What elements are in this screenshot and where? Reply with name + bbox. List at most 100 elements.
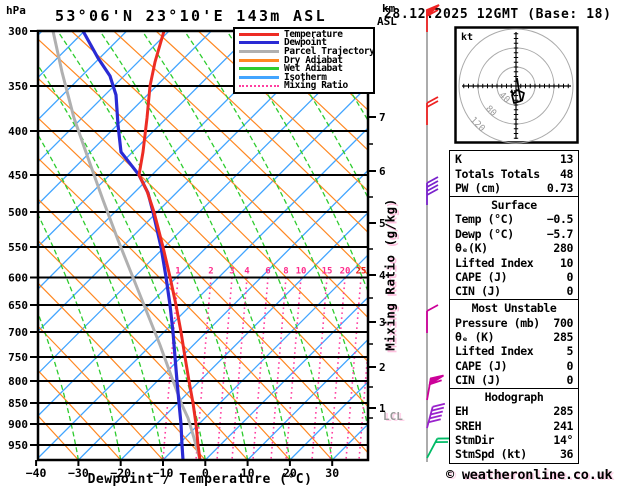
legend-swatch-solid [239, 41, 279, 45]
table-row: θₑ (K) 285 [450, 330, 578, 344]
row-value: 280 [553, 241, 573, 256]
pressure-tick-label: 300 [8, 25, 28, 38]
pressure-tick-label: 900 [8, 418, 28, 431]
mixing-ratio-value-label: 15 [322, 267, 333, 277]
pressure-tick-label: 350 [8, 80, 28, 93]
row-value: 241 [553, 418, 573, 433]
row-value: 10 [559, 255, 573, 270]
hodograph: 4080120kt [454, 26, 579, 144]
row-label: Temp (°C) [455, 212, 514, 227]
row-label: Lifted Index [455, 255, 534, 270]
mixing-ratio-value-label: 1 [175, 267, 180, 277]
table-row: Dewp (°C) −5.7 [450, 227, 578, 241]
pressure-tick-label: 550 [8, 241, 28, 254]
row-label: θₑ(K) [455, 241, 488, 256]
indices-table: K 13 Totals Totals 48 PW (cm) 0.73 Surface Temp… [449, 150, 579, 464]
legend-label: Mixing Ratio [284, 80, 348, 92]
table-row: StmSpd (kt) 36 [450, 447, 578, 461]
table-row: Pressure (mb) 700 [450, 316, 578, 330]
table-row: SREH 241 [450, 419, 578, 433]
table-section: K 13 Totals Totals 48 PW (cm) 0.73 [449, 150, 579, 198]
mixing-ratio-value-label: 8 [283, 267, 288, 277]
row-value: 0 [566, 284, 573, 299]
x-axis-caption: Dewpoint / Temperature (°C) [87, 472, 313, 486]
mixing-ratio-value-label: 4 [244, 267, 250, 277]
table-row: CIN (J) 0 [450, 373, 578, 387]
table-row: PW (cm) 0.73 [450, 181, 578, 195]
pressure-tick-label: 450 [8, 169, 28, 182]
dry-adiabat-line [240, 31, 368, 152]
row-value: 0 [566, 269, 573, 284]
wind-barb [426, 437, 450, 459]
table-section-title: Hodograph [484, 389, 544, 404]
row-label: Lifted Index [455, 344, 534, 359]
mixing-ratio-axis-label: Mixing Ratio (g/kg) [382, 198, 398, 351]
station-title: 53°06'N 23°10'E 143m ASL [55, 7, 327, 25]
isotherm-line [417, 31, 450, 460]
legend-box: Temperature Dewpoint Parcel Trajectory Dry … [233, 27, 375, 95]
row-value: 48 [559, 166, 573, 181]
wind-barb [426, 374, 444, 401]
row-label: StmDir [455, 433, 495, 448]
wet-adiabat-line [396, 31, 450, 460]
dry-adiabat-line [410, 31, 450, 460]
lcl-marker-label: LCL [383, 410, 403, 423]
dry-adiabat-line [282, 31, 368, 111]
wind-barb [426, 304, 439, 333]
row-value: 36 [559, 447, 573, 462]
table-row: CAPE (J) 0 [450, 270, 578, 284]
table-row: EH 285 [450, 404, 578, 418]
pressure-tick-label: 700 [8, 326, 28, 339]
table-row: Lifted Index 5 [450, 344, 578, 358]
table-row: Temp (°C) −0.5 [450, 212, 578, 226]
pressure-tick-label: 750 [8, 351, 28, 364]
dry-adiabat-line [367, 31, 368, 33]
legend-swatch-solid [239, 49, 279, 53]
wind-barb [426, 176, 439, 205]
wet-adiabat-line [57, 31, 249, 460]
row-label: K [455, 152, 462, 167]
pressure-tick-label: 500 [8, 206, 28, 219]
row-label: EH [455, 404, 469, 419]
wind-barb-prong [426, 304, 439, 312]
row-label: Dewp (°C) [455, 226, 514, 241]
mixing-ratio-value-label: 20 [340, 267, 351, 277]
row-value: −0.5 [546, 212, 574, 227]
row-value: 0 [566, 373, 573, 388]
km-tick-label: 6 [379, 165, 386, 178]
pressure-axis-unit: hPa [6, 4, 26, 17]
wind-barb [426, 96, 439, 125]
table-section-title: Surface [491, 197, 537, 212]
wet-adiabat-line [141, 31, 333, 460]
row-value: 14° [553, 433, 573, 448]
dry-adiabat-line [197, 31, 368, 192]
table-row: CIN (J) 0 [450, 284, 578, 298]
wet-adiabat-line [99, 31, 291, 460]
row-label: Totals Totals [455, 166, 540, 181]
row-value: 285 [553, 329, 573, 344]
km-tick-label: 7 [379, 111, 386, 124]
mixing-ratio-value-label: 3 [229, 267, 234, 277]
table-row: θₑ(K) 280 [450, 241, 578, 255]
pressure-tick-label: 400 [8, 125, 28, 138]
row-value: 700 [553, 315, 573, 330]
wet-adiabat-line [183, 31, 368, 431]
table-row: Totals Totals 48 [450, 167, 578, 181]
table-row: Lifted Index 10 [450, 256, 578, 270]
legend-swatch-solid [239, 67, 279, 71]
skewt-app: 1 2 3 4 6 8 10 15 20 25 300 350 400 450 500 550 600 650 70… [0, 0, 629, 486]
row-value: 285 [553, 404, 573, 419]
table-section-title: Most Unstable [471, 301, 557, 316]
row-value: 13 [559, 152, 573, 167]
row-label: CIN (J) [455, 284, 501, 299]
row-label: Pressure (mb) [455, 315, 540, 330]
mixing-ratio-value-label: 2 [208, 267, 213, 277]
row-label: CAPE (J) [455, 358, 508, 373]
table-section: Hodograph EH 285 SREH 241 StmDir 14° StmSpd (kt… [449, 387, 579, 464]
row-label: StmSpd (kt) [455, 447, 527, 462]
row-value: −5.7 [546, 226, 574, 241]
pressure-tick-label: 600 [8, 272, 28, 285]
pressure-tick-label: 650 [8, 299, 28, 312]
row-label: SREH [455, 418, 482, 433]
table-section: Most Unstable Pressure (mb) 700 θₑ (K) 285 Li… [449, 299, 579, 390]
